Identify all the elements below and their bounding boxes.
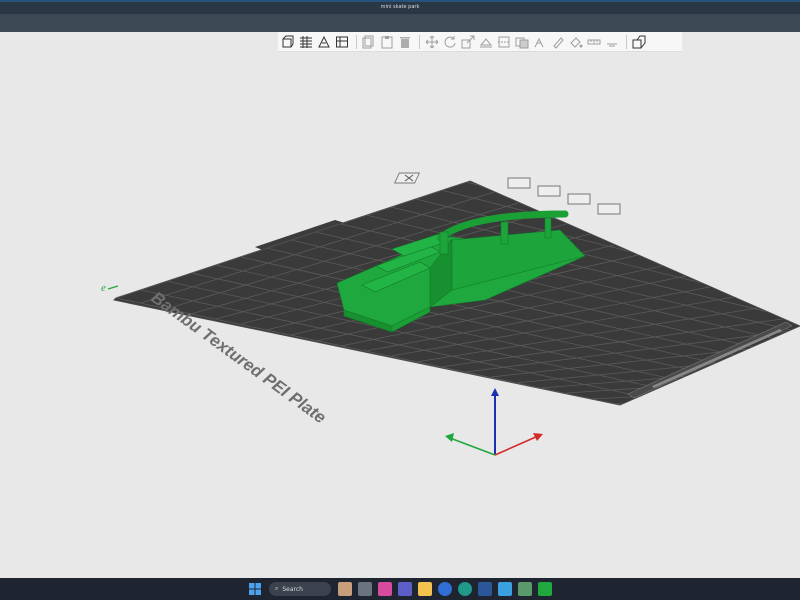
plate-number-tick xyxy=(107,285,119,290)
y-axis-arrow xyxy=(445,433,454,442)
orient-plate-icon[interactable] xyxy=(537,185,561,197)
settings-icon[interactable] xyxy=(597,203,621,215)
arrange-plate-icon[interactable] xyxy=(507,177,531,189)
axis-gizmo xyxy=(445,388,543,456)
search-icon: ⌕ xyxy=(275,585,279,592)
y-axis xyxy=(449,437,496,456)
search-placeholder: Search xyxy=(282,585,303,593)
build-plate-scene: Bambu Textured PEI Plate e xyxy=(101,172,800,456)
app-icon[interactable] xyxy=(518,582,532,596)
l-app-icon[interactable] xyxy=(478,582,492,596)
bambu-studio-icon[interactable] xyxy=(538,582,552,596)
start-icon[interactable] xyxy=(248,582,262,596)
lock-icon[interactable] xyxy=(567,193,591,205)
z-axis-arrow xyxy=(491,388,499,396)
taskbar-search[interactable]: ⌕ Search xyxy=(269,582,331,596)
file-explorer-icon[interactable] xyxy=(418,582,432,596)
title-accent xyxy=(0,0,800,2)
user-avatar-icon[interactable] xyxy=(338,582,352,596)
window-title: mini skate park xyxy=(380,4,420,10)
title-bar: mini skate park xyxy=(0,0,800,14)
menu-bar xyxy=(0,14,800,32)
close-icon[interactable] xyxy=(393,172,421,184)
edge-icon[interactable] xyxy=(458,582,472,596)
copilot-icon[interactable] xyxy=(378,582,392,596)
os-taskbar: ⌕ Search xyxy=(0,578,800,600)
plate-number-marker: e xyxy=(101,282,106,294)
x-axis xyxy=(494,435,539,456)
teams-icon[interactable] xyxy=(398,582,412,596)
chat-icon[interactable] xyxy=(438,582,452,596)
store-icon[interactable] xyxy=(498,582,512,596)
task-view-icon[interactable] xyxy=(358,582,372,596)
